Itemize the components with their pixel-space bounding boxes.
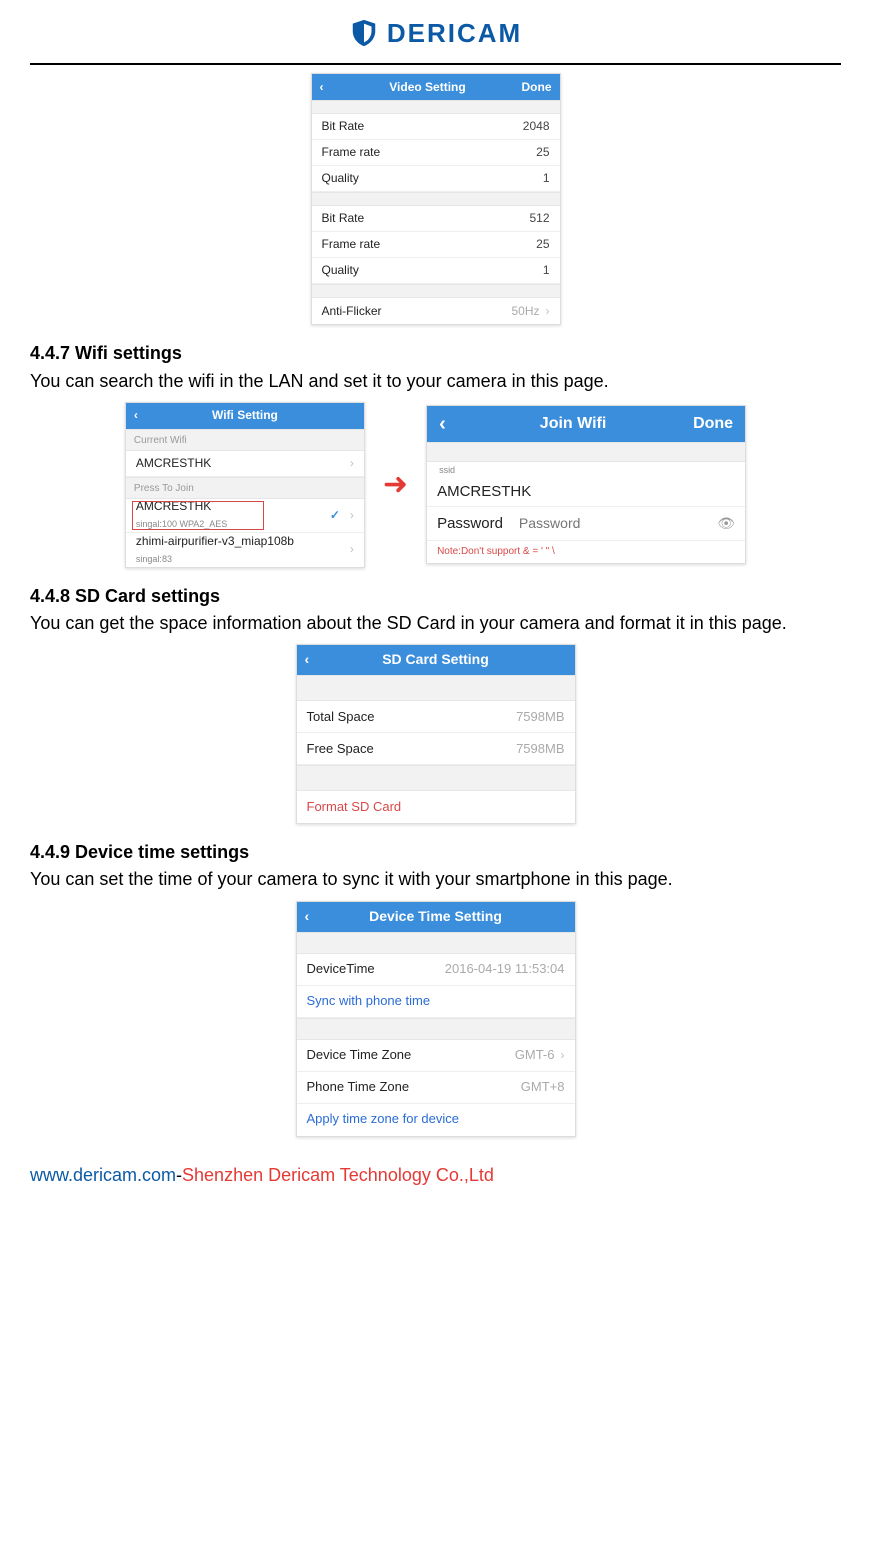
chevron-right-icon: ›: [546, 304, 550, 318]
heading-448: 4.4.8 SD Card settings: [30, 584, 841, 609]
row-total-space: Total Space7598MB: [297, 701, 575, 733]
desc-449: You can set the time of your camera to s…: [30, 867, 841, 892]
ssid-label: ssid: [439, 464, 733, 477]
press-to-join-label: Press To Join: [126, 477, 364, 499]
sd-card-topbar[interactable]: ‹ SD Card Setting: [297, 645, 575, 675]
check-icon: ✓: [330, 508, 340, 522]
row-ssid: AMCRESTHK: [427, 477, 745, 507]
wifi-setting-title: Wifi Setting: [148, 407, 342, 424]
row-quality-2[interactable]: Quality1: [312, 258, 560, 284]
back-icon[interactable]: ‹: [439, 410, 453, 438]
row-current-wifi[interactable]: AMCRESTHK ›: [126, 451, 364, 477]
wifi-network-2[interactable]: zhimi-airpurifier-v3_miap108b singal:83 …: [126, 533, 364, 567]
brand-logo: DERICAM: [349, 15, 522, 51]
video-setting-topbar[interactable]: ‹ Video Setting Done: [312, 74, 560, 100]
back-icon[interactable]: ‹: [134, 407, 148, 424]
page-header: DERICAM: [30, 10, 841, 65]
figure-wifi: ‹ Wifi Setting Current Wifi AMCRESTHK › …: [30, 402, 841, 568]
row-password[interactable]: Password 👁: [427, 507, 745, 541]
row-anti-flicker[interactable]: Anti-Flicker50Hz›: [312, 298, 560, 324]
row-frame-rate-2[interactable]: Frame rate25: [312, 232, 560, 258]
chevron-right-icon: ›: [561, 1048, 565, 1062]
figure-sd-card: ‹ SD Card Setting Total Space7598MB Free…: [30, 644, 841, 824]
footer-url: www.dericam.com: [30, 1165, 176, 1185]
chevron-right-icon: ›: [350, 455, 354, 472]
row-free-space: Free Space7598MB: [297, 733, 575, 765]
back-icon[interactable]: ‹: [305, 650, 319, 670]
sd-card-title: SD Card Setting: [319, 650, 553, 670]
done-button[interactable]: Done: [693, 413, 733, 435]
footer-company: Shenzhen Dericam Technology Co.,Ltd: [182, 1165, 494, 1185]
device-time-title: Device Time Setting: [319, 907, 553, 927]
eye-icon[interactable]: 👁: [717, 514, 735, 534]
heading-449: 4.4.9 Device time settings: [30, 840, 841, 865]
row-quality-1[interactable]: Quality1: [312, 166, 560, 192]
shield-icon: [349, 18, 379, 48]
wifi-network-1[interactable]: AMCRESTHK singal:100 WPA2_AES ✓›: [126, 499, 364, 533]
video-setting-title: Video Setting: [334, 79, 522, 96]
row-device-zone[interactable]: Device Time ZoneGMT-6›: [297, 1040, 575, 1072]
row-frame-rate-1[interactable]: Frame rate25: [312, 140, 560, 166]
figure-video-setting: ‹ Video Setting Done Bit Rate2048 Frame …: [30, 73, 841, 325]
format-sd-button[interactable]: Format SD Card: [297, 791, 575, 823]
row-device-time: DeviceTime2016-04-19 11:53:04: [297, 954, 575, 986]
chevron-right-icon: ›: [350, 508, 354, 522]
figure-device-time: ‹ Device Time Setting DeviceTime2016-04-…: [30, 901, 841, 1137]
desc-447: You can search the wifi in the LAN and s…: [30, 369, 841, 394]
brand-name: DERICAM: [387, 15, 522, 51]
row-phone-zone: Phone Time ZoneGMT+8: [297, 1072, 575, 1104]
device-time-topbar[interactable]: ‹ Device Time Setting: [297, 902, 575, 932]
page-footer: www.dericam.com-Shenzhen Dericam Technol…: [30, 1163, 841, 1188]
join-wifi-title: Join Wifi: [453, 413, 693, 435]
done-button[interactable]: Done: [522, 79, 552, 96]
wifi-setting-topbar[interactable]: ‹ Wifi Setting: [126, 403, 364, 429]
row-bit-rate-1[interactable]: Bit Rate2048: [312, 114, 560, 140]
sync-phone-button[interactable]: Sync with phone time: [297, 986, 575, 1018]
chevron-right-icon: ›: [350, 541, 354, 558]
back-icon[interactable]: ‹: [320, 79, 334, 96]
arrow-right-icon: ➜: [383, 464, 408, 506]
back-icon[interactable]: ‹: [305, 907, 319, 927]
join-wifi-topbar[interactable]: ‹ Join Wifi Done: [427, 406, 745, 442]
password-input[interactable]: [519, 515, 717, 531]
current-wifi-label: Current Wifi: [126, 429, 364, 451]
row-bit-rate-2[interactable]: Bit Rate512: [312, 206, 560, 232]
heading-447: 4.4.7 Wifi settings: [30, 341, 841, 366]
desc-448: You can get the space information about …: [30, 611, 841, 636]
apply-zone-button[interactable]: Apply time zone for device: [297, 1104, 575, 1136]
password-note: Note:Don't support & = ' " \: [427, 541, 745, 563]
